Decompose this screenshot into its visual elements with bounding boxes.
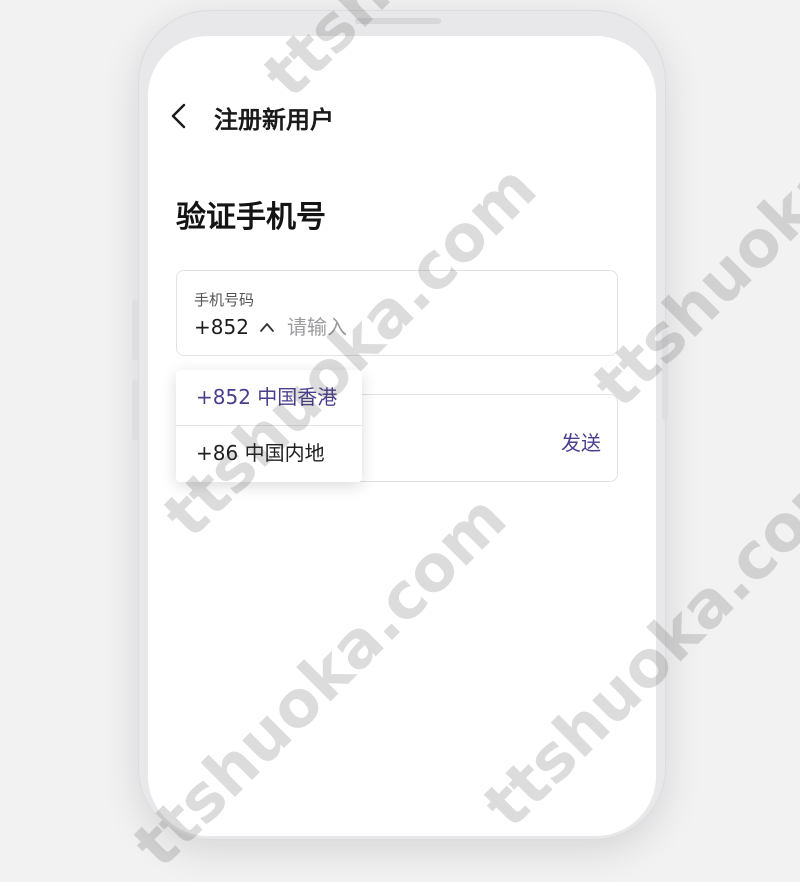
chevron-up-icon[interactable] [259, 321, 275, 333]
country-code-selector[interactable]: +852 [194, 315, 249, 339]
send-code-button[interactable]: 发送 [561, 427, 601, 456]
phone-side-button [132, 300, 138, 360]
phone-number-field: 手机号码 +852 [176, 270, 618, 356]
dropdown-option-cn[interactable]: +86 中国内地 [176, 426, 362, 481]
nav-bar: 注册新用户 [148, 96, 656, 136]
page-title: 注册新用户 [214, 106, 334, 134]
country-code-dropdown: +852 中国香港 +86 中国内地 [176, 370, 362, 482]
dropdown-option-hk[interactable]: +852 中国香港 [176, 370, 362, 425]
phone-power-button [662, 330, 668, 420]
phone-side-button [132, 380, 138, 440]
chevron-left-icon[interactable] [166, 102, 194, 130]
phone-field-label: 手机号码 [194, 291, 255, 309]
app-screen: 注册新用户 验证手机号 手机号码 +852 发送 +852 中国香港 +86 中… [148, 36, 656, 836]
phone-speaker [355, 18, 441, 24]
section-heading: 验证手机号 [176, 200, 326, 235]
phone-number-input[interactable] [287, 311, 587, 343]
